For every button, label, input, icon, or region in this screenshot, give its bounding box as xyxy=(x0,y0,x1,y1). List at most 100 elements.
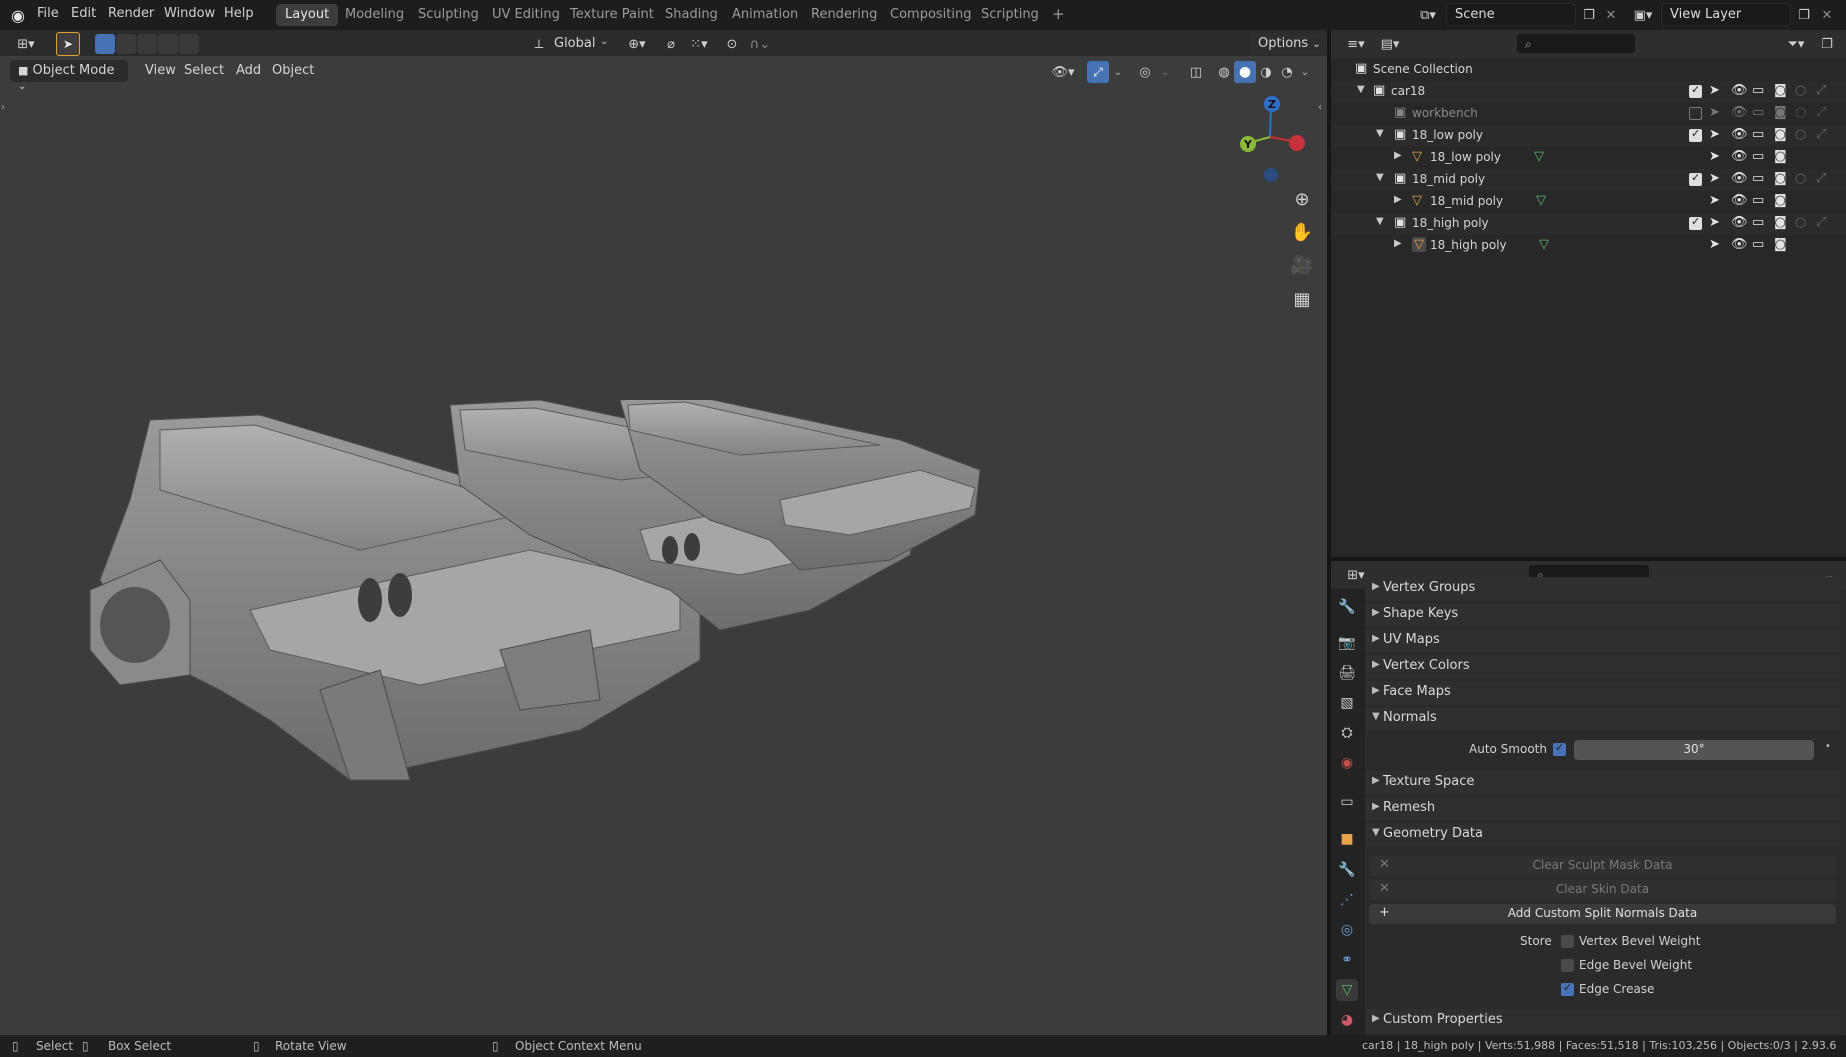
menu-window[interactable]: Window xyxy=(164,6,215,21)
toolbar-expand-icon[interactable]: › xyxy=(1,102,5,113)
overlays-toggle-icon[interactable]: ◎ xyxy=(1134,61,1156,83)
holdout-icon[interactable]: ○ xyxy=(1795,83,1806,98)
section-normals[interactable]: ▼ Normals xyxy=(1365,707,1840,731)
outliner-row-collection[interactable]: ▣ workbench ➤ 👁 ▭ ◙ ○ ⤢ xyxy=(1331,103,1846,125)
tab-compositing[interactable]: Compositing xyxy=(881,4,981,26)
section-vertex-groups[interactable]: ▶ Vertex Groups xyxy=(1365,577,1840,601)
particles-tab-icon[interactable]: ⋰ xyxy=(1336,889,1358,911)
outliner-row-scene-collection[interactable]: ▣ Scene Collection xyxy=(1331,59,1846,81)
rendered-shading-icon[interactable]: ◔ xyxy=(1276,61,1298,83)
section-face-maps[interactable]: ▶ Face Maps xyxy=(1365,681,1840,705)
axis-neg-z-handle[interactable] xyxy=(1264,168,1278,182)
camera-view-icon[interactable]: 🎥 xyxy=(1287,250,1317,280)
exclude-checkbox[interactable] xyxy=(1689,127,1702,142)
world-tab-icon[interactable]: ◉ xyxy=(1336,752,1358,774)
auto-smooth-checkbox[interactable] xyxy=(1553,741,1566,756)
expand-triangle-icon[interactable]: ▶ xyxy=(1394,150,1402,161)
filter-icon[interactable]: ⏷▾ xyxy=(1781,34,1811,54)
exclude-checkbox[interactable] xyxy=(1689,83,1702,98)
exclude-checkbox[interactable] xyxy=(1689,171,1702,186)
render-camera-icon[interactable]: ◙ xyxy=(1774,105,1787,120)
axis-x-handle[interactable] xyxy=(1289,135,1305,151)
menu-file[interactable]: File xyxy=(37,6,59,21)
section-shape-keys[interactable]: ▶ Shape Keys xyxy=(1365,603,1840,627)
tab-sculpting[interactable]: Sculpting xyxy=(409,4,488,26)
render-camera-icon[interactable]: ◙ xyxy=(1774,127,1787,142)
tab-texture-paint[interactable]: Texture Paint xyxy=(561,4,663,26)
proportional-falloff-icon[interactable]: ∩⌄ xyxy=(745,34,775,54)
data-tab-icon[interactable]: ▽ xyxy=(1336,979,1358,1001)
monitor-icon[interactable]: ▭ xyxy=(1752,215,1764,230)
expand-triangle-icon[interactable]: ▶ xyxy=(1394,194,1402,205)
menu-edit[interactable]: Edit xyxy=(71,6,96,21)
tab-layout[interactable]: Layout xyxy=(276,4,339,26)
select-mode-new-icon[interactable] xyxy=(95,34,115,54)
visibility-toggle-icon[interactable]: 👁▾ xyxy=(1048,62,1078,82)
outliner-row-collection[interactable]: ▼ ▣ car18 ➤ 👁 ▭ ◙ ○ ⤢ xyxy=(1331,81,1846,103)
blender-logo-icon[interactable]: ◉ xyxy=(8,5,28,25)
holdout-icon[interactable]: ○ xyxy=(1795,171,1806,186)
snap-target-icon[interactable]: ⁙▾ xyxy=(684,34,714,54)
tab-modeling[interactable]: Modeling xyxy=(336,4,413,26)
constraints-tab-icon[interactable]: ⚭ xyxy=(1336,949,1358,971)
outliner-row-collection[interactable]: ▼ ▣ 18_low poly ➤ 👁 ▭ ◙ ○ ⤢ xyxy=(1331,125,1846,147)
mesh-objects[interactable] xyxy=(80,400,1120,800)
indirect-only-icon[interactable]: ⤢ xyxy=(1816,83,1826,98)
collection-tab-icon[interactable]: ▭ xyxy=(1336,791,1358,813)
select-arrow-icon[interactable]: ➤ xyxy=(1709,171,1720,186)
outliner-search-input[interactable]: ⌕ xyxy=(1516,33,1636,54)
indirect-only-icon[interactable]: ⤢ xyxy=(1816,215,1826,230)
editor-type-icon[interactable]: ⊞▾ xyxy=(8,34,44,54)
select-arrow-icon[interactable]: ➤ xyxy=(1709,83,1720,98)
wireframe-shading-icon[interactable]: ◍ xyxy=(1213,61,1235,83)
tab-animation[interactable]: Animation xyxy=(723,4,807,26)
display-mode-icon[interactable]: ▤▾ xyxy=(1375,34,1405,54)
view-layer-icon[interactable]: ▣▾ xyxy=(1628,5,1658,25)
outliner-row-collection[interactable]: ▼ ▣ 18_high poly ➤ 👁 ▭ ◙ ○ ⤢ xyxy=(1331,213,1846,235)
render-camera-icon[interactable]: ◙ xyxy=(1774,193,1787,208)
navigation-gizmo[interactable]: Z Y xyxy=(1230,90,1310,190)
mode-selector[interactable]: ■ Object Mode ⌄ xyxy=(10,60,128,92)
monitor-icon[interactable]: ▭ xyxy=(1752,83,1764,98)
section-remesh[interactable]: ▶ Remesh xyxy=(1365,797,1840,821)
outliner-row-object[interactable]: ▶ ▽ 18_high poly ▽ ➤ 👁 ▭ ◙ xyxy=(1331,235,1846,257)
select-mode-subtract-icon[interactable] xyxy=(137,34,157,54)
menu-select[interactable]: Select xyxy=(176,60,232,82)
holdout-icon[interactable]: ○ xyxy=(1795,105,1806,120)
section-vertex-colors[interactable]: ▶ Vertex Colors xyxy=(1365,655,1840,679)
view-layer-selector[interactable]: View Layer xyxy=(1661,3,1791,26)
indirect-only-icon[interactable]: ⤢ xyxy=(1816,171,1826,186)
eye-icon[interactable]: 👁 xyxy=(1731,105,1748,120)
render-camera-icon[interactable]: ◙ xyxy=(1774,237,1787,252)
holdout-icon[interactable]: ○ xyxy=(1795,127,1806,142)
monitor-icon[interactable]: ▭ xyxy=(1752,171,1764,186)
view-layer-tab-icon[interactable]: ▧ xyxy=(1336,692,1358,714)
material-tab-icon[interactable]: ◕ xyxy=(1336,1009,1358,1031)
indirect-only-icon[interactable]: ⤢ xyxy=(1816,127,1826,142)
physics-tab-icon[interactable]: ◎ xyxy=(1336,919,1358,941)
solid-shading-icon[interactable]: ● xyxy=(1234,61,1256,83)
tab-shading[interactable]: Shading xyxy=(656,4,727,26)
add-workspace-button[interactable]: + xyxy=(1043,2,1074,24)
add-custom-split-normals-button[interactable]: + Add Custom Split Normals Data xyxy=(1369,904,1836,924)
select-arrow-icon[interactable]: ➤ xyxy=(1709,149,1720,164)
scene-icon[interactable]: ⧉▾ xyxy=(1413,5,1443,25)
sidebar-expand-icon[interactable]: ‹ xyxy=(1318,102,1322,113)
tab-rendering[interactable]: Rendering xyxy=(802,4,886,26)
select-tool-icon[interactable]: ➤ xyxy=(56,32,80,56)
select-arrow-icon[interactable]: ➤ xyxy=(1709,215,1720,230)
render-camera-icon[interactable]: ◙ xyxy=(1774,171,1787,186)
select-arrow-icon[interactable]: ➤ xyxy=(1709,237,1720,252)
section-texture-space[interactable]: ▶ Texture Space xyxy=(1365,771,1840,795)
section-geometry-data[interactable]: ▼ Geometry Data xyxy=(1365,823,1840,847)
select-mode-intersect-icon[interactable] xyxy=(179,34,199,54)
menu-object[interactable]: Object xyxy=(264,60,322,82)
mesh-data-icon[interactable]: ▽ xyxy=(1534,149,1544,164)
tab-uv-editing[interactable]: UV Editing xyxy=(483,4,569,26)
holdout-icon[interactable]: ○ xyxy=(1795,215,1806,230)
pan-hand-icon[interactable]: ✋ xyxy=(1287,217,1317,247)
select-mode-invert-icon[interactable] xyxy=(158,34,178,54)
material-shading-icon[interactable]: ◑ xyxy=(1255,61,1277,83)
render-camera-icon[interactable]: ◙ xyxy=(1774,149,1787,164)
gizmo-toggle-icon[interactable]: ⤢ xyxy=(1087,61,1109,83)
